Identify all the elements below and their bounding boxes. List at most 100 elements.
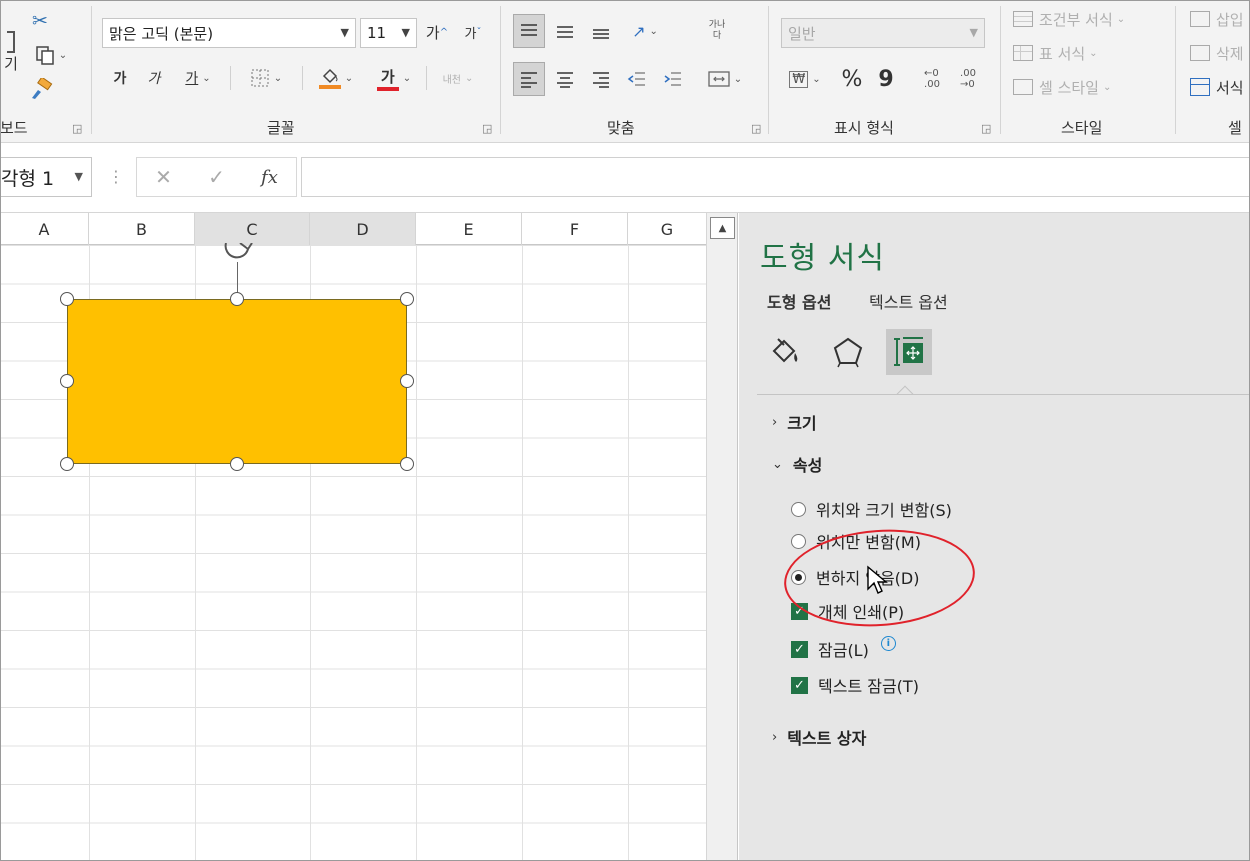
formula-input[interactable] [301,157,1250,197]
copy-button[interactable]: ⌄ [28,42,74,68]
increase-indent-button[interactable] [657,62,689,96]
orientation-button[interactable]: ↗ ⌄ [623,14,667,48]
formula-bar-grip-icon[interactable]: ⋮ [108,167,124,186]
accounting-format-button[interactable]: ₩ ⌄ [781,64,829,94]
radio-move-only[interactable] [791,533,806,549]
column-header-f[interactable]: F [522,213,628,245]
effects-tab[interactable] [825,329,871,375]
font-name-combo[interactable]: 맑은 고딕 (본문) ▼ [102,18,356,48]
grid-line [416,245,417,861]
dialog-launcher-icon[interactable]: ◲ [72,122,82,135]
phonetic-button[interactable]: 내천 ⌄ [432,62,484,94]
resize-handle-top-left[interactable] [60,292,74,306]
selected-rectangle-shape[interactable] [67,299,407,464]
shrink-font-button[interactable]: 가ˇ [458,18,488,46]
insert-function-icon[interactable]: fx [261,167,278,188]
conditional-formatting-button[interactable]: 조건부 서식 ⌄ [1013,6,1125,32]
align-bottom-icon [593,29,609,39]
comma-style-button[interactable]: 9 [871,64,901,94]
underline-button[interactable]: 가 ⌄ [174,64,222,92]
italic-button[interactable]: 가 [140,64,168,92]
increase-decimal-button[interactable]: ←0.00 [917,64,947,94]
fill-color-bar [318,85,341,89]
resize-handle-bottom-left[interactable] [60,457,74,471]
cell-styles-icon [1013,79,1033,95]
fill-color-button[interactable]: ⌄ [310,62,362,94]
format-painter-button[interactable] [28,76,54,102]
align-right-button[interactable] [585,62,617,96]
section-properties[interactable]: ⌄ 속성 [772,452,822,476]
decrease-indent-button[interactable] [621,62,653,96]
checkbox-lock-text[interactable]: ✓ [791,676,808,694]
resize-handle-top-right[interactable] [400,292,414,306]
align-middle-button[interactable] [549,14,581,48]
resize-handle-left[interactable] [60,374,74,388]
resize-handle-top[interactable] [230,292,244,306]
info-icon[interactable]: i [880,635,896,651]
format-cells-button[interactable]: 서식 [1190,74,1244,100]
resize-handle-bottom-right[interactable] [400,457,414,471]
align-top-button[interactable] [513,14,545,48]
dialog-launcher-icon[interactable]: ◲ [751,122,761,135]
grid-line [628,245,629,861]
tab-text-options[interactable]: 텍스트 옵션 [869,289,948,313]
chevron-down-icon: ▼ [340,26,349,39]
size-properties-tab[interactable] [886,329,932,375]
option-move-and-size[interactable]: 위치와 크기 변함(S) [791,497,952,521]
align-left-button[interactable] [513,62,545,96]
paste-button[interactable]: 기 [0,24,22,80]
column-header-e[interactable]: E [416,213,522,245]
align-center-button[interactable] [549,62,581,96]
shrink-font-label: 가 [464,26,477,42]
font-size-combo[interactable]: 11 ▼ [360,18,417,48]
checkbox-locked[interactable]: ✓ [791,640,808,658]
column-header-g[interactable]: G [628,213,706,245]
bold-button[interactable]: 가 [106,64,134,92]
number-format-combo[interactable]: 일반 ▼ [781,18,985,48]
merge-center-button[interactable]: ⌄ [699,62,751,96]
insert-cells-button[interactable]: 삽입 [1190,6,1244,32]
font-color-button[interactable]: 가 ⌄ [368,62,420,94]
cut-button[interactable]: ✂ [28,8,52,34]
chevron-down-icon: ▼ [969,26,978,39]
resize-handle-right[interactable] [400,374,414,388]
resize-handle-bottom[interactable] [230,457,244,471]
divider [426,66,427,90]
column-header-a[interactable]: A [0,213,89,245]
column-header-c[interactable]: C [195,213,310,245]
cancel-icon[interactable]: ✕ [155,165,172,189]
font-color-swatch: 가 [376,66,399,91]
format-as-table-button[interactable]: 표 서식 ⌄ [1013,40,1098,66]
wrap-text-button[interactable]: 가나다 [697,16,737,46]
column-header-d[interactable]: D [310,213,416,245]
option-lock-text[interactable]: ✓ 텍스트 잠금(T) [791,673,919,697]
decrease-decimal-button[interactable]: .00 →0 [953,64,983,94]
grow-font-button[interactable]: 가 ^ [422,18,452,46]
align-bottom-button[interactable] [585,14,617,48]
percent-style-button[interactable]: % [837,64,867,94]
borders-button[interactable]: ⌄ [240,64,292,92]
align-left-icon [521,72,537,88]
delete-cells-button[interactable]: 삭제 [1190,40,1244,66]
scissors-icon: ✂ [32,10,48,32]
dialog-launcher-icon[interactable]: ◲ [981,122,991,135]
accounting-icon: ₩ [789,70,809,88]
radio-move-and-size[interactable] [791,501,806,517]
cell-styles-button[interactable]: 셀 스타일 ⌄ [1013,74,1111,100]
dialog-launcher-icon[interactable]: ◲ [482,122,492,135]
section-textbox[interactable]: › 텍스트 상자 [772,725,866,749]
name-box[interactable]: 각형 1 ▼ [0,157,92,197]
grid-line [522,245,523,861]
option-locked[interactable]: ✓ 잠금(L) i [791,635,896,661]
option-lock-text-label: 텍스트 잠금(T) [818,677,919,696]
section-size[interactable]: › 크기 [772,410,817,434]
fill-line-tab[interactable] [761,329,807,375]
vertical-scrollbar[interactable]: ▲ [706,213,738,861]
chevron-right-icon: › [772,414,778,430]
insert-cells-label: 삽입 [1216,10,1244,29]
enter-icon[interactable]: ✓ [208,165,225,189]
tab-shape-options[interactable]: 도형 옵션 [767,289,831,313]
increase-decimal-icon: ←0.00 [924,68,940,90]
column-header-b[interactable]: B [89,213,195,245]
scroll-up-arrow-icon[interactable]: ▲ [710,217,735,239]
